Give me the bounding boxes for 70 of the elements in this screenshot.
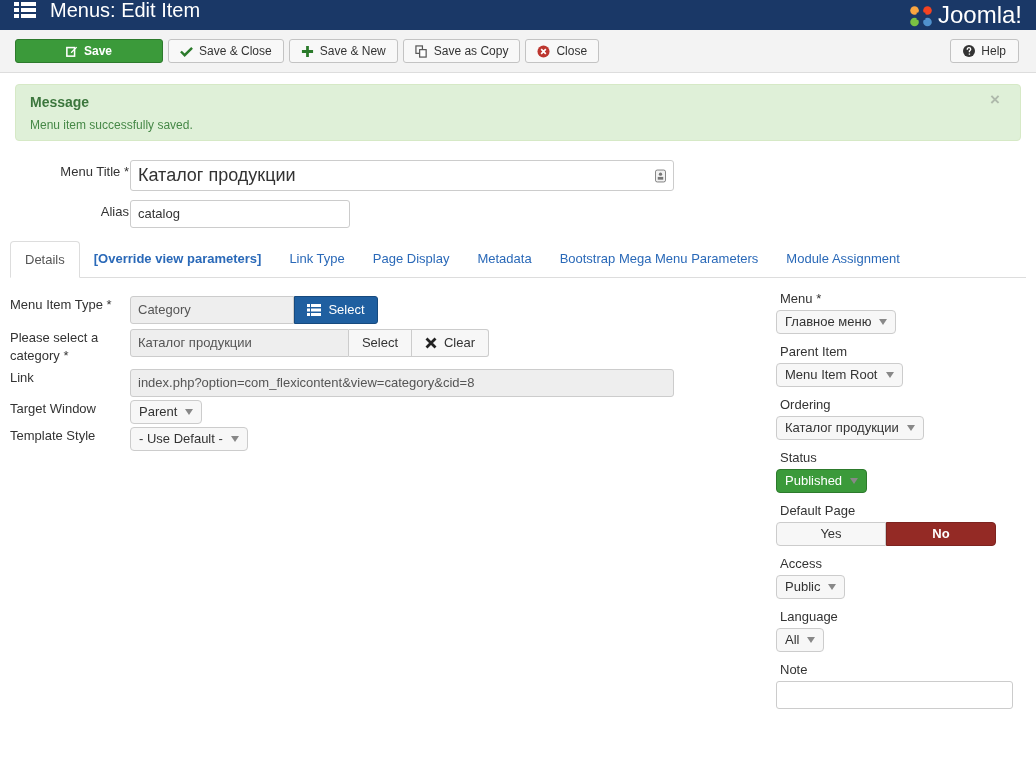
close-icon xyxy=(424,337,437,349)
tab[interactable]: Metadata xyxy=(463,241,546,277)
tab[interactable]: Details xyxy=(10,241,80,278)
select-button[interactable]: Select xyxy=(294,296,378,324)
dropdown[interactable]: Menu Item Root xyxy=(776,363,903,387)
type-field[interactable]: Category xyxy=(130,296,294,324)
field-label: Language xyxy=(779,608,839,625)
select-button[interactable]: Select xyxy=(349,329,412,357)
help-button[interactable]: Help xyxy=(950,39,1019,63)
caret-icon xyxy=(185,409,194,415)
message-heading: Message xyxy=(30,93,90,111)
tab[interactable]: Page Display xyxy=(358,241,464,277)
message-text: Menu item successfully saved. xyxy=(30,117,194,134)
caret-icon xyxy=(885,372,894,378)
tab[interactable]: Module Assignment xyxy=(772,241,914,277)
toggle-option[interactable]: Yes xyxy=(776,522,886,546)
help-icon xyxy=(963,45,976,57)
alias-input[interactable]: catalog xyxy=(130,200,350,228)
list-icon xyxy=(14,2,36,18)
dropdown[interactable]: Главное меню xyxy=(776,310,897,334)
dropdown[interactable]: - Use Default - xyxy=(130,427,248,451)
title-input[interactable]: Каталог продукции xyxy=(130,160,674,191)
dropdown[interactable]: All xyxy=(776,628,825,652)
toolbar-button[interactable]: Save xyxy=(15,39,163,63)
field-label: Default Page xyxy=(779,502,857,519)
field-label: Please select a category * xyxy=(10,329,100,365)
page-title: Menus: Edit Item xyxy=(50,0,201,21)
field-label: Parent Item xyxy=(779,343,849,360)
toggle-option[interactable]: No xyxy=(886,522,996,546)
caret-icon xyxy=(906,425,915,431)
dropdown[interactable]: Public xyxy=(776,575,846,599)
field-label: Template Style xyxy=(10,427,97,445)
caret-icon xyxy=(850,478,859,484)
tab[interactable]: Bootstrap Mega Menu Parameters xyxy=(545,241,773,277)
copy-icon xyxy=(414,44,428,58)
toolbar-button[interactable]: Close xyxy=(525,39,600,63)
field-label: Link xyxy=(10,369,35,387)
field-label: Ordering xyxy=(779,396,832,413)
caret-icon xyxy=(828,584,837,590)
tab[interactable]: Link Type xyxy=(275,241,359,277)
dropdown[interactable]: Каталог продукции xyxy=(776,416,924,440)
dropdown[interactable]: Parent xyxy=(130,400,203,424)
field-label: Note xyxy=(779,661,809,678)
check-icon xyxy=(180,44,193,58)
category-field[interactable]: Каталог продукции xyxy=(130,329,349,357)
clear-button[interactable]: Clear xyxy=(412,329,489,357)
field-label: Menu Title * xyxy=(59,163,130,181)
toolbar-button[interactable]: Save as Copy xyxy=(402,39,521,63)
caret-icon xyxy=(879,319,888,325)
caret-icon xyxy=(230,436,239,442)
contact-card-icon xyxy=(655,168,666,183)
field-label: Alias xyxy=(99,203,130,221)
link-field[interactable]: index.php?option=com_flexicontent&view=category&cid=8 xyxy=(130,369,674,397)
field-label: Access xyxy=(779,555,823,572)
field-label: Menu * xyxy=(779,290,823,307)
field-label: Menu Item Type * xyxy=(10,296,113,314)
caret-icon xyxy=(807,637,816,643)
field-label: Target Window xyxy=(10,400,97,418)
field-label: Status xyxy=(779,449,818,466)
cancel-icon xyxy=(537,44,551,58)
brand-name: Joomla! xyxy=(937,1,1022,29)
toolbar-button[interactable]: Save & New xyxy=(288,39,398,63)
edit-icon xyxy=(66,45,78,57)
toolbar-button[interactable]: Save & Close xyxy=(168,39,284,63)
list-icon xyxy=(307,304,322,316)
logo-icon xyxy=(907,3,934,27)
status-dropdown[interactable]: Published xyxy=(776,469,868,493)
tab[interactable]: [Override view parameters] xyxy=(79,241,276,277)
plus-icon xyxy=(300,44,314,58)
note-input[interactable] xyxy=(776,681,1013,709)
